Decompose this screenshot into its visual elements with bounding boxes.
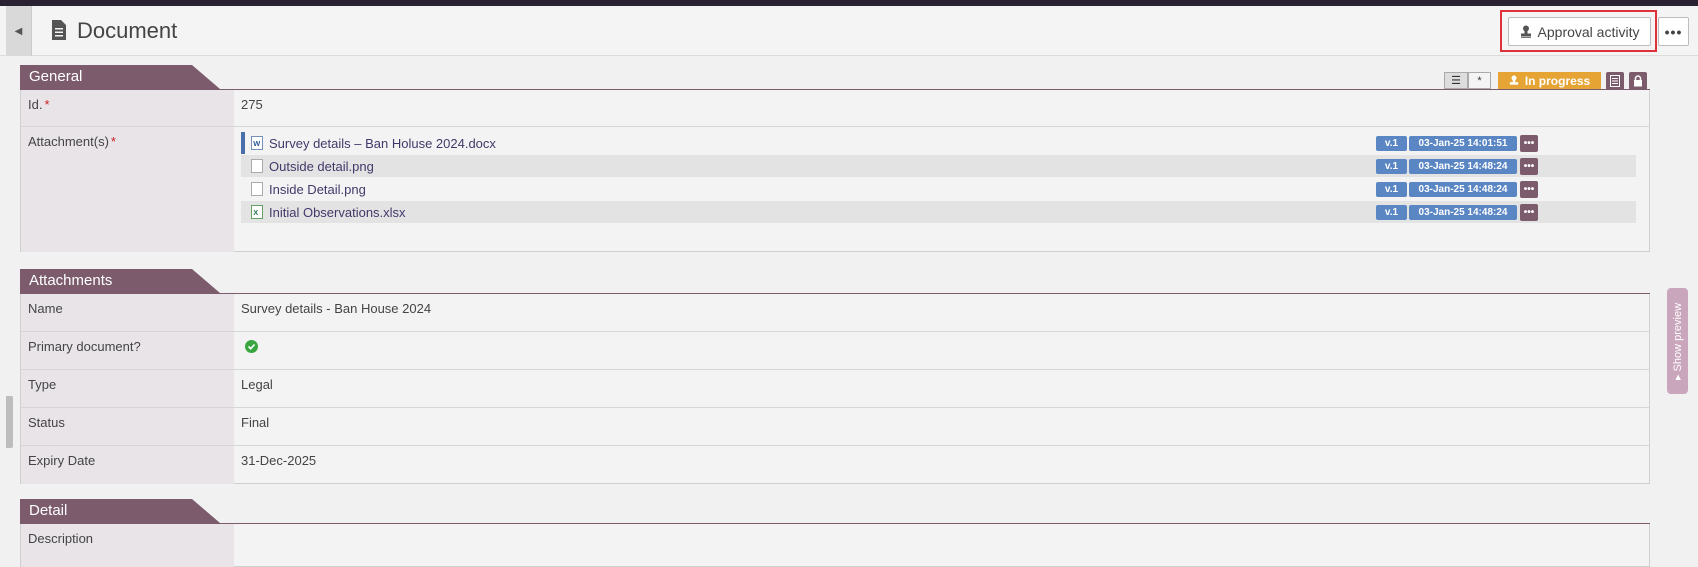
version-badge[interactable]: v.1 xyxy=(1376,136,1407,151)
selected-marker xyxy=(241,132,245,154)
general-panel: Id. * 275 Attachment(s) * W Survey details… xyxy=(20,90,1650,252)
asterisk-toggle[interactable]: * xyxy=(1468,72,1491,89)
section-detail-tab: Detail xyxy=(20,499,235,523)
more-actions-button[interactable]: ••• xyxy=(1658,17,1689,46)
attachments-label: Attachment(s) xyxy=(28,134,109,149)
attachment-more-button[interactable]: ••• xyxy=(1520,135,1538,152)
primary-label: Primary document? xyxy=(21,332,234,369)
name-value: Survey details - Ban House 2024 xyxy=(241,301,432,316)
section-general-title: General xyxy=(29,68,83,85)
attachment-more-button[interactable]: ••• xyxy=(1520,204,1538,221)
document-frame: ◀ Document Approval activity ••• General xyxy=(0,6,1698,567)
notes-icon xyxy=(1610,75,1620,87)
attachment-name[interactable]: Outside detail.png xyxy=(269,159,374,174)
approval-highlight-box xyxy=(1500,10,1657,52)
id-row: Id. * 275 xyxy=(21,90,1649,127)
status-row: Status Final xyxy=(21,408,1649,446)
required-mark: * xyxy=(44,97,50,112)
date-badge: 03-Jan-25 14:48:24 xyxy=(1409,159,1517,174)
attachment-more-button[interactable]: ••• xyxy=(1520,181,1538,198)
left-resize-grip[interactable] xyxy=(6,396,13,448)
expiry-row: Expiry Date 31-Dec-2025 xyxy=(21,446,1649,484)
svg-text:W: W xyxy=(253,139,260,148)
attachments-label-cell: Attachment(s) * xyxy=(21,127,234,252)
name-label: Name xyxy=(21,294,234,331)
required-mark: * xyxy=(110,134,116,149)
check-circle-icon xyxy=(245,340,258,353)
expiry-value: 31-Dec-2025 xyxy=(241,453,317,468)
type-label: Type xyxy=(21,370,234,407)
id-label: Id. xyxy=(28,97,43,112)
type-row: Type Legal xyxy=(21,370,1649,408)
lock-icon xyxy=(1634,75,1642,87)
version-badge[interactable]: v.1 xyxy=(1376,159,1407,174)
stamp-icon xyxy=(1509,75,1518,85)
status-badge[interactable]: In progress xyxy=(1498,72,1601,89)
page-title: Document xyxy=(77,18,178,43)
section-attachments-title: Attachments xyxy=(29,272,113,289)
collapse-panel-button[interactable]: ◀ xyxy=(6,6,32,56)
attachment-item[interactable]: Outside detail.png v.1 03-Jan-25 14:48:2… xyxy=(241,155,1636,177)
expiry-label: Expiry Date xyxy=(21,446,234,484)
show-preview-label: ▸ Show preview xyxy=(1672,302,1684,380)
version-badge[interactable]: v.1 xyxy=(1376,182,1407,197)
id-value: 275 xyxy=(241,97,263,112)
section-general-tab: General xyxy=(20,65,235,89)
list-icon: ☰ xyxy=(1451,75,1461,87)
file-icon xyxy=(251,182,263,196)
document-icon xyxy=(52,20,66,40)
date-badge: 03-Jan-25 14:48:24 xyxy=(1409,182,1517,197)
attachment-more-button[interactable]: ••• xyxy=(1520,158,1538,175)
caret-left-icon: ◀ xyxy=(14,25,23,37)
attachment-item[interactable]: W Survey details – Ban Holuse 2024.docx … xyxy=(241,132,1636,154)
type-value: Legal xyxy=(241,377,273,392)
attachment-item[interactable]: Inside Detail.png v.1 03-Jan-25 14:48:24… xyxy=(241,178,1636,200)
status-label: Status xyxy=(21,408,234,445)
notes-button[interactable] xyxy=(1606,72,1624,90)
attachment-name[interactable]: Survey details – Ban Holuse 2024.docx xyxy=(269,136,496,151)
date-badge: 03-Jan-25 14:48:24 xyxy=(1409,205,1517,220)
excel-file-icon: X xyxy=(251,205,263,219)
attachments-row: Attachment(s) * W Survey details – Ban Ho… xyxy=(21,127,1649,252)
word-file-icon: W xyxy=(251,136,263,150)
id-label-cell: Id. * xyxy=(21,90,234,126)
section-detail-title: Detail xyxy=(29,502,68,519)
status-value: Final xyxy=(241,415,270,430)
description-row: Description xyxy=(21,524,1649,567)
list-view-button[interactable]: ☰ xyxy=(1444,72,1468,89)
attachment-name[interactable]: Initial Observations.xlsx xyxy=(269,205,406,220)
file-icon xyxy=(251,159,263,173)
date-badge: 03-Jan-25 14:01:51 xyxy=(1409,136,1517,151)
status-label: In progress xyxy=(1524,73,1591,88)
name-row: Name Survey details - Ban House 2024 xyxy=(21,294,1649,332)
section-attachments-tab: Attachments xyxy=(20,269,235,293)
svg-text:X: X xyxy=(253,208,258,217)
attachment-item[interactable]: X Initial Observations.xlsx v.1 03-Jan-2… xyxy=(241,201,1636,223)
page-header: ◀ Document Approval activity ••• xyxy=(0,6,1698,56)
primary-row: Primary document? xyxy=(21,332,1649,370)
attachments-panel: Name Survey details - Ban House 2024 Pri… xyxy=(20,294,1650,484)
lock-button[interactable] xyxy=(1629,72,1647,90)
description-label: Description xyxy=(21,524,234,567)
attachment-name[interactable]: Inside Detail.png xyxy=(269,182,366,197)
detail-panel: Description xyxy=(20,524,1650,567)
version-badge[interactable]: v.1 xyxy=(1376,205,1407,220)
show-preview-tab[interactable]: ▸ Show preview xyxy=(1667,288,1688,394)
